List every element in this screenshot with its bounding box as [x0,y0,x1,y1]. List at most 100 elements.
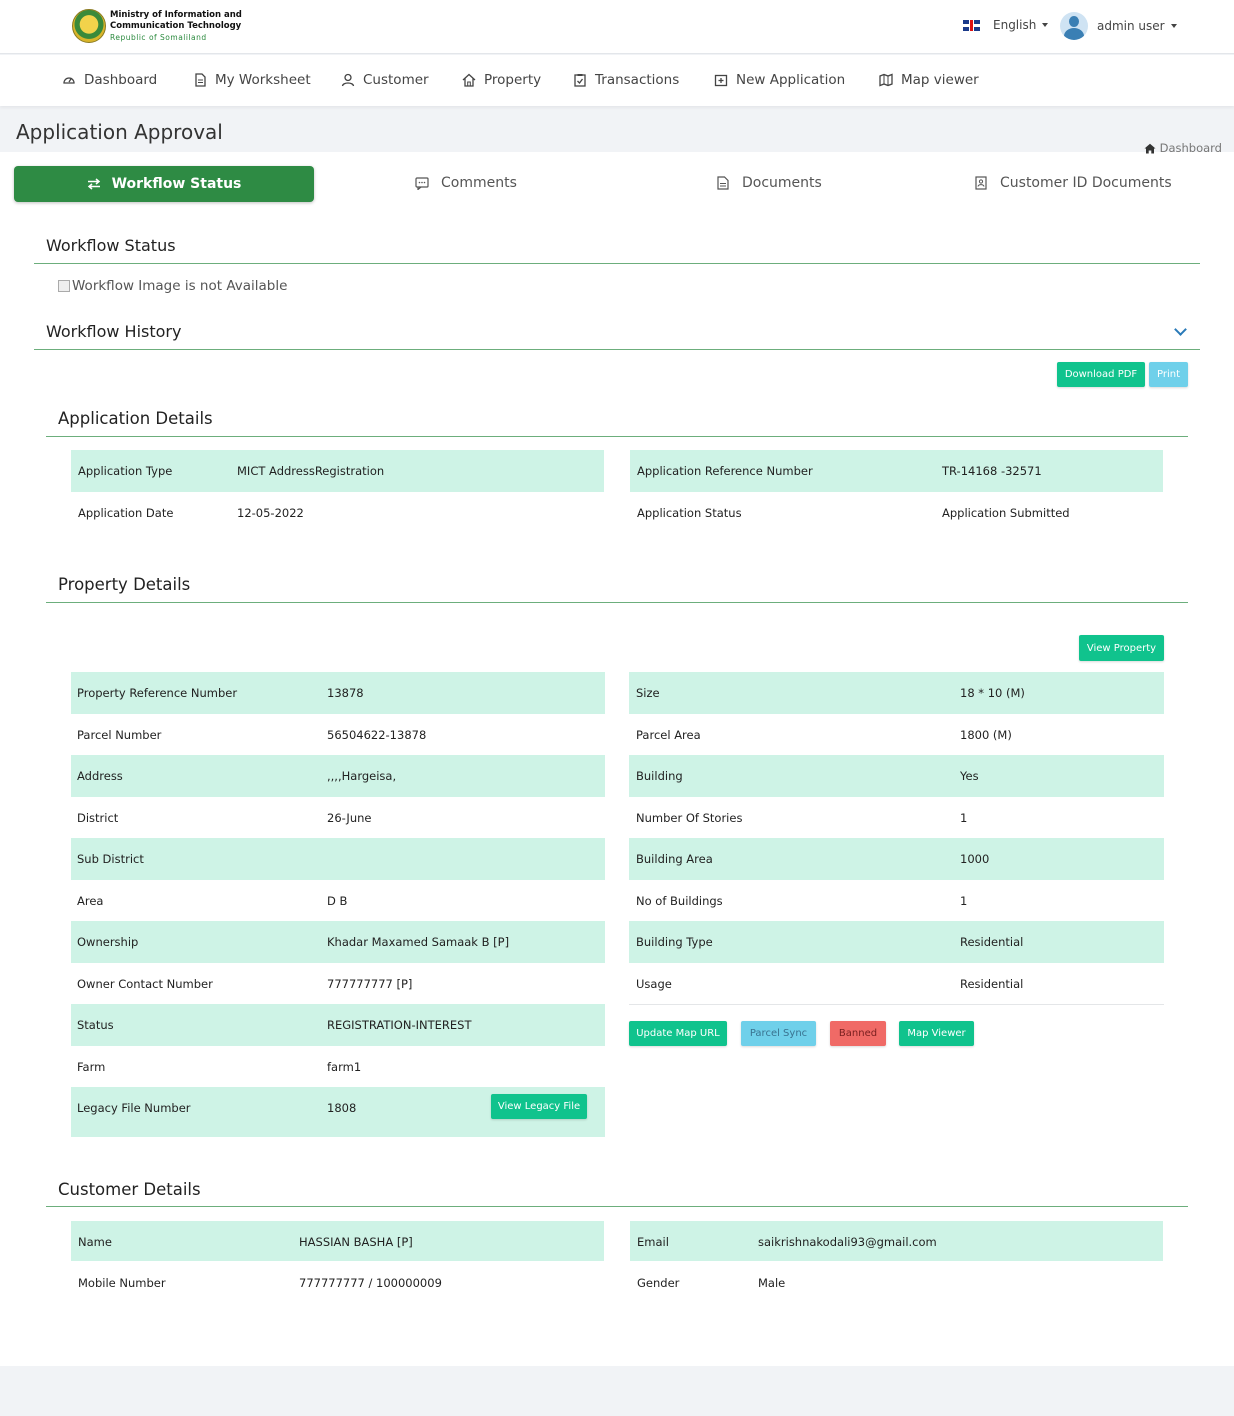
field-value: 12-05-2022 [237,506,304,520]
table-row: Size 18 * 10 (M) [629,672,1164,714]
field-value: 1 [960,894,968,908]
dashboard-icon [62,73,76,87]
table-row: Email saikrishnakodali93@gmail.com [630,1221,1163,1261]
avatar [1060,12,1088,40]
tab-comments[interactable]: Comments [415,175,517,191]
application-details-heading: Application Details [58,409,213,428]
nav-label: Dashboard [84,72,158,88]
table-row: Application Reference Number TR-14168 -3… [630,450,1163,492]
field-value: saikrishnakodali93@gmail.com [758,1235,937,1249]
breadcrumb[interactable]: Dashboard [1144,141,1222,155]
table-row: Property Reference Number 13878 [71,672,605,714]
nav-label: Transactions [595,72,680,88]
nav-my-worksheet[interactable]: My Worksheet [193,72,311,88]
map-icon [879,73,893,87]
nav-property[interactable]: Property [462,72,541,88]
id-badge-icon [974,176,988,190]
table-row: Gender Male [630,1262,1163,1302]
nav-dashboard[interactable]: Dashboard [62,72,157,88]
table-row: Building Yes [629,755,1164,797]
table-row: Application Status Application Submitted [630,492,1163,534]
map-viewer-button[interactable]: Map Viewer [899,1021,974,1046]
table-row: Building Area 1000 [629,838,1164,880]
tab-workflow-status[interactable]: Workflow Status [14,166,314,202]
logo-line-3: Republic of Somaliland [110,32,207,42]
field-label: Farm [77,1060,106,1074]
view-property-button[interactable]: View Property [1079,635,1164,661]
workflow-image: Workflow Image is not Available [58,278,287,294]
nav-map-viewer[interactable]: Map viewer [879,72,979,88]
field-value: 18 * 10 (M) [960,686,1025,700]
broken-image-icon [58,280,70,292]
main-card: Dashboard Workflow Status Comments Docum… [0,141,1234,1366]
footer [0,1366,1234,1416]
field-label: Status [77,1018,114,1032]
field-value: Residential [960,935,1024,949]
caret-down-icon [1170,24,1177,28]
tab-label: Comments [441,175,517,191]
nav-label: Property [484,72,542,88]
nav-label: Customer [363,72,429,88]
user-menu[interactable]: admin user [1060,12,1177,40]
field-value: 13878 [327,686,364,700]
table-row: Application Date 12-05-2022 [71,492,604,534]
field-label: District [77,811,119,825]
language-dropdown[interactable]: English [963,18,1049,32]
divider [46,602,1188,603]
view-legacy-file-button[interactable]: View Legacy File [491,1094,587,1119]
table-row: Application Type MICT AddressRegistratio… [71,450,604,492]
language-label: English [993,18,1037,32]
nav-new-application[interactable]: New Application [714,72,845,88]
table-row: Farm farm1 [71,1046,605,1088]
workflow-history-heading[interactable]: Workflow History [46,322,181,341]
seal-icon [72,9,106,43]
logo-line-1: Ministry of Information and [110,9,242,20]
checklist-icon [573,73,587,87]
field-label: Application Date [78,506,174,520]
field-label: Size [636,686,660,700]
tab-customer-id-documents[interactable]: Customer ID Documents [974,175,1172,191]
field-label: Gender [637,1276,680,1290]
field-value: 1000 [960,852,990,866]
table-row: Parcel Area 1800 (M) [629,714,1164,756]
print-button[interactable]: Print [1149,362,1188,387]
field-label: Number Of Stories [636,811,743,825]
field-label: Usage [636,977,672,991]
parcel-sync-button[interactable]: Parcel Sync [741,1021,816,1046]
table-row: Area D B [71,880,605,922]
nav-customer[interactable]: Customer [341,72,429,88]
field-label: Building Type [636,935,713,949]
chevron-down-icon[interactable] [1174,323,1187,336]
field-value: HASSIAN BASHA [P] [299,1235,413,1249]
update-map-url-button[interactable]: Update Map URL [629,1021,727,1046]
plus-square-icon [714,73,728,87]
field-label: Mobile Number [78,1276,166,1290]
table-row: Status REGISTRATION-INTEREST [71,1004,605,1046]
customer-details-heading: Customer Details [58,1180,201,1199]
field-label: Parcel Number [77,728,162,742]
breadcrumb-dashboard[interactable]: Dashboard [1160,141,1222,155]
table-row: Name HASSIAN BASHA [P] [71,1221,604,1261]
ministry-logo[interactable]: Ministry of Information and Communicatio… [72,9,242,43]
tab-documents[interactable]: Documents [716,175,822,191]
home-icon [462,73,476,87]
table-row: Ownership Khadar Maxamed Samaak B [P] [71,921,605,963]
field-value: farm1 [327,1060,362,1074]
field-value: D B [327,894,348,908]
banned-button[interactable]: Banned [830,1021,886,1046]
document-icon [193,73,207,87]
field-value: Male [758,1276,786,1290]
workflow-image-alt: Workflow Image is not Available [72,278,288,294]
field-value: ,,,,Hargeisa, [327,769,397,783]
nav-transactions[interactable]: Transactions [573,72,679,88]
field-label: Email [637,1235,669,1249]
field-value: Yes [960,769,979,783]
download-pdf-button[interactable]: Download PDF [1057,362,1145,387]
uk-flag-icon [963,19,980,31]
property-details-heading: Property Details [58,575,191,594]
table-row: Address ,,,,Hargeisa, [71,755,605,797]
field-value: REGISTRATION-INTEREST [327,1018,472,1032]
field-value: 777777777 / 100000009 [299,1276,442,1290]
tab-label: Documents [742,175,822,191]
field-value: 777777777 [P] [327,977,413,991]
